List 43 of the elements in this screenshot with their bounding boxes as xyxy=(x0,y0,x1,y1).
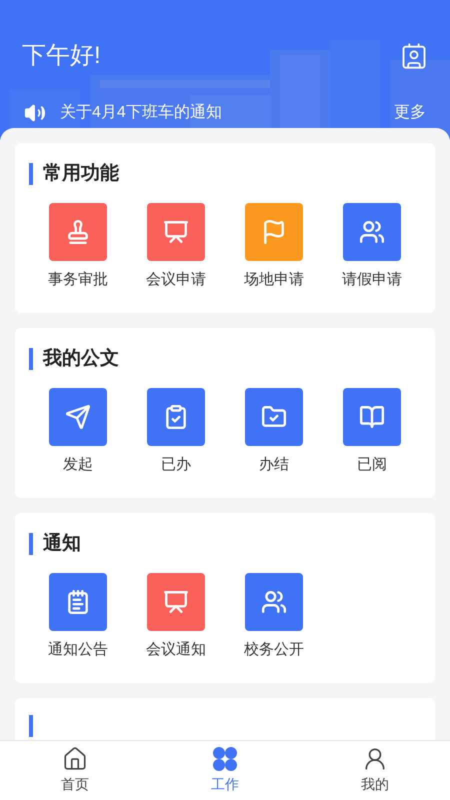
app-tile[interactable] xyxy=(147,572,205,630)
tile-label: 已阅 xyxy=(357,454,387,474)
stamp-icon xyxy=(65,218,91,244)
app-tile[interactable] xyxy=(49,202,107,260)
app-tile[interactable] xyxy=(147,202,205,260)
section-title: 我的公文 xyxy=(43,346,119,371)
tile-label: 请假申请 xyxy=(342,270,402,290)
tile-label: 校务公开 xyxy=(244,640,304,660)
app-tile[interactable] xyxy=(343,202,401,260)
tile-label: 通知公告 xyxy=(48,640,108,660)
greeting: 下午好! xyxy=(22,41,101,71)
tile-label: 会议申请 xyxy=(146,270,206,290)
clover-icon xyxy=(212,746,238,772)
paper-plane-icon xyxy=(65,404,91,430)
people-icon xyxy=(261,588,287,614)
contacts-icon[interactable] xyxy=(400,42,428,70)
people-icon xyxy=(359,218,385,244)
nav-tab[interactable]: 首页 xyxy=(0,741,150,800)
notice-text[interactable]: 关于4月4下班车的通知 xyxy=(60,101,222,125)
app-tile[interactable] xyxy=(49,388,107,446)
tile-label: 发起 xyxy=(63,454,93,474)
tile-label: 办结 xyxy=(259,454,289,474)
app-tile[interactable] xyxy=(343,388,401,446)
app-tile[interactable] xyxy=(147,388,205,446)
nav-tab[interactable]: 工作 xyxy=(150,741,300,800)
tile-label: 已办 xyxy=(161,454,191,474)
app-tile[interactable] xyxy=(245,572,303,630)
section-title: 通知 xyxy=(43,532,81,556)
app-tile[interactable] xyxy=(245,388,303,446)
flag-icon xyxy=(261,218,287,244)
home-icon xyxy=(62,746,88,772)
clipboard-check-icon xyxy=(163,404,189,430)
tile-label: 场地申请 xyxy=(244,270,304,290)
app-tile[interactable] xyxy=(245,202,303,260)
section-title: 常用功能 xyxy=(43,162,119,186)
app-tile[interactable] xyxy=(49,572,107,630)
folder-check-icon xyxy=(261,404,287,430)
more-link[interactable]: 更多 xyxy=(394,101,426,125)
notice-board-icon xyxy=(65,588,91,614)
tile-label: 会议通知 xyxy=(146,640,206,660)
book-icon xyxy=(359,404,385,430)
nav-tab[interactable]: 我的 xyxy=(300,741,450,800)
tile-label: 事务审批 xyxy=(48,270,108,290)
